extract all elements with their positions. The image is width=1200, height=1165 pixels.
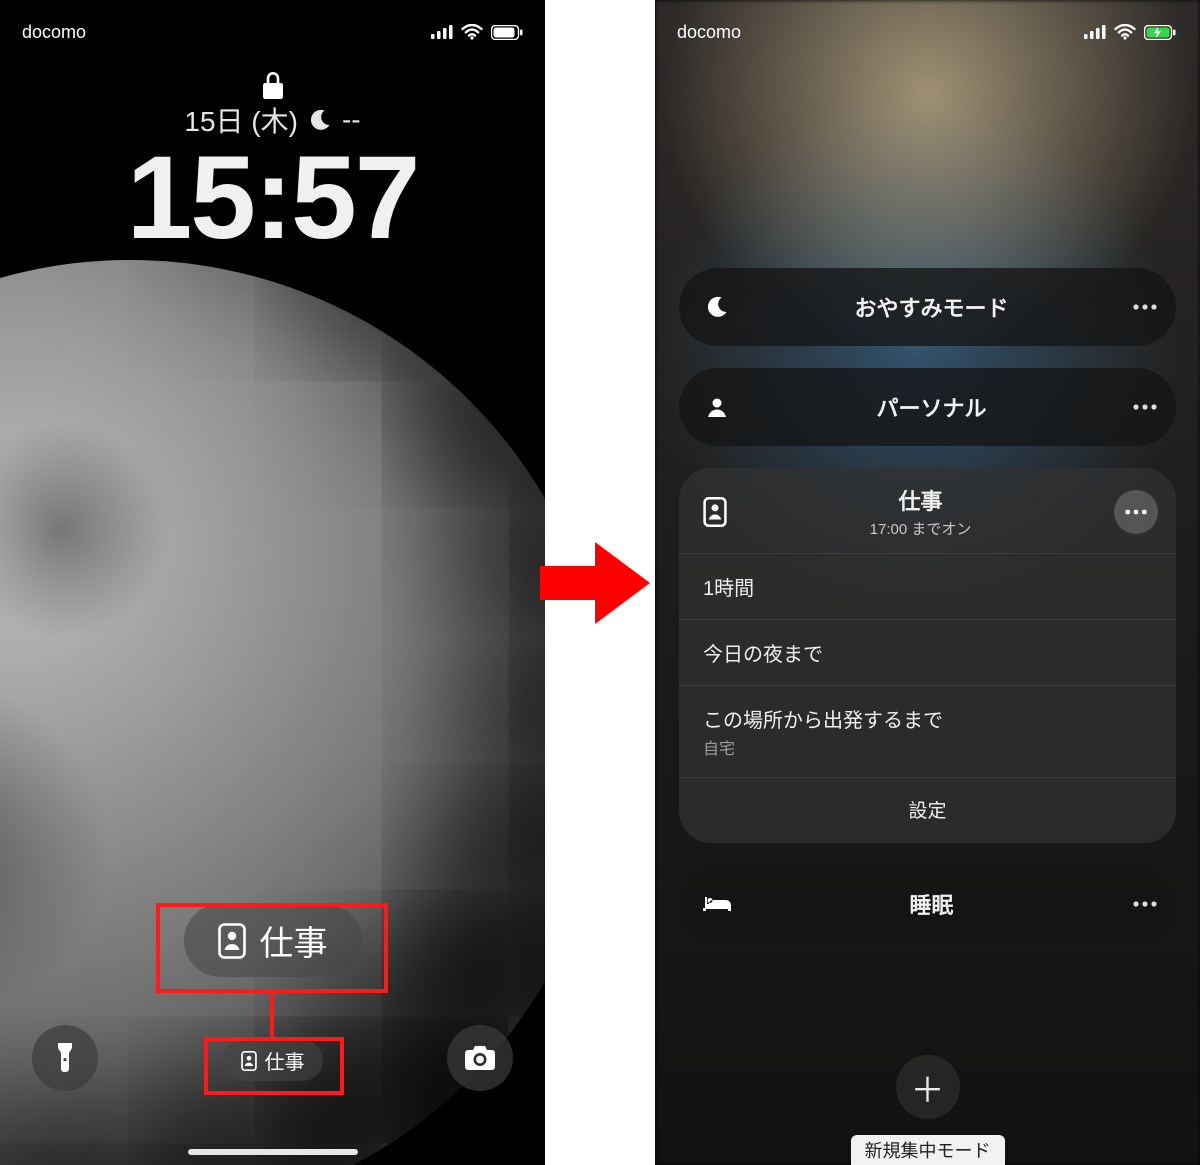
- lock-screen: docomo 15日 (木) -- 15:57: [0, 0, 545, 1165]
- mode-label: パーソナル: [731, 391, 1132, 423]
- option-label: 1時間: [703, 572, 1152, 601]
- camera-icon: [464, 1045, 496, 1071]
- moon-phase-icon: [308, 108, 332, 132]
- duration-option-1h[interactable]: 1時間: [679, 553, 1176, 619]
- battery-charging-icon: [1144, 25, 1178, 40]
- wifi-icon: [461, 24, 483, 40]
- arrow-icon: [540, 528, 650, 638]
- camera-button[interactable]: [447, 1025, 513, 1091]
- mode-label: おやすみモード: [731, 291, 1132, 323]
- lock-icon: [262, 72, 284, 100]
- focus-mode-sleep[interactable]: 睡眠: [679, 865, 1176, 943]
- duration-option-leave-location[interactable]: この場所から出発するまで 自宅: [679, 685, 1176, 777]
- focus-mode-dnd[interactable]: おやすみモード: [679, 268, 1176, 346]
- mode-subtitle: 17:00 までオン: [741, 518, 1100, 539]
- option-label: 今日の夜まで: [703, 638, 1152, 667]
- bed-icon: [703, 894, 731, 914]
- option-sublabel: 自宅: [703, 735, 1152, 759]
- annotation-highlight-connector: [270, 989, 274, 1037]
- carrier-label: docomo: [677, 22, 741, 43]
- mode-label: 睡眠: [731, 888, 1132, 920]
- mode-title: 仕事: [741, 484, 1100, 516]
- badge-icon: [703, 497, 727, 527]
- ellipsis-icon[interactable]: [1132, 303, 1158, 311]
- focus-modes-sheet: おやすみモード パーソナル: [679, 268, 1176, 943]
- status-bar: docomo: [0, 12, 545, 52]
- annotation-highlight-large: [156, 903, 388, 993]
- ellipsis-icon[interactable]: [1132, 403, 1158, 411]
- truncated-new-focus-label: 新規集中モード: [851, 1135, 1005, 1165]
- option-label: この場所から出発するまで: [703, 704, 1152, 733]
- person-icon: [703, 395, 731, 419]
- focus-mode-personal[interactable]: パーソナル: [679, 368, 1176, 446]
- wifi-icon: [1114, 24, 1136, 40]
- moon-icon: [703, 295, 731, 319]
- ellipsis-button[interactable]: [1114, 490, 1158, 534]
- mode-settings-link[interactable]: 設定: [679, 777, 1176, 843]
- settings-label: 設定: [908, 801, 946, 822]
- status-bar: docomo: [655, 12, 1200, 52]
- carrier-label: docomo: [22, 22, 86, 43]
- plus-icon: ＋: [911, 1063, 945, 1112]
- focus-mode-work-active: 仕事 17:00 までオン 1時間 今日の夜まで この場所から出発するまで 自宅: [679, 468, 1176, 843]
- flashlight-icon: [53, 1041, 77, 1075]
- clock-time: 15:57: [0, 130, 545, 266]
- flashlight-button[interactable]: [32, 1025, 98, 1091]
- mode-header[interactable]: 仕事 17:00 までオン: [679, 468, 1176, 553]
- cellular-icon: [431, 25, 453, 39]
- battery-icon: [491, 25, 523, 40]
- status-right: [431, 24, 523, 40]
- add-focus-button[interactable]: ＋: [896, 1055, 960, 1119]
- cellular-icon: [1084, 25, 1106, 39]
- home-indicator[interactable]: [188, 1149, 358, 1155]
- annotation-highlight-small: [204, 1037, 344, 1095]
- status-right: [1084, 24, 1178, 40]
- focus-control-screen: docomo おやすみモード: [655, 0, 1200, 1165]
- ellipsis-icon[interactable]: [1132, 900, 1158, 908]
- duration-option-evening[interactable]: 今日の夜まで: [679, 619, 1176, 685]
